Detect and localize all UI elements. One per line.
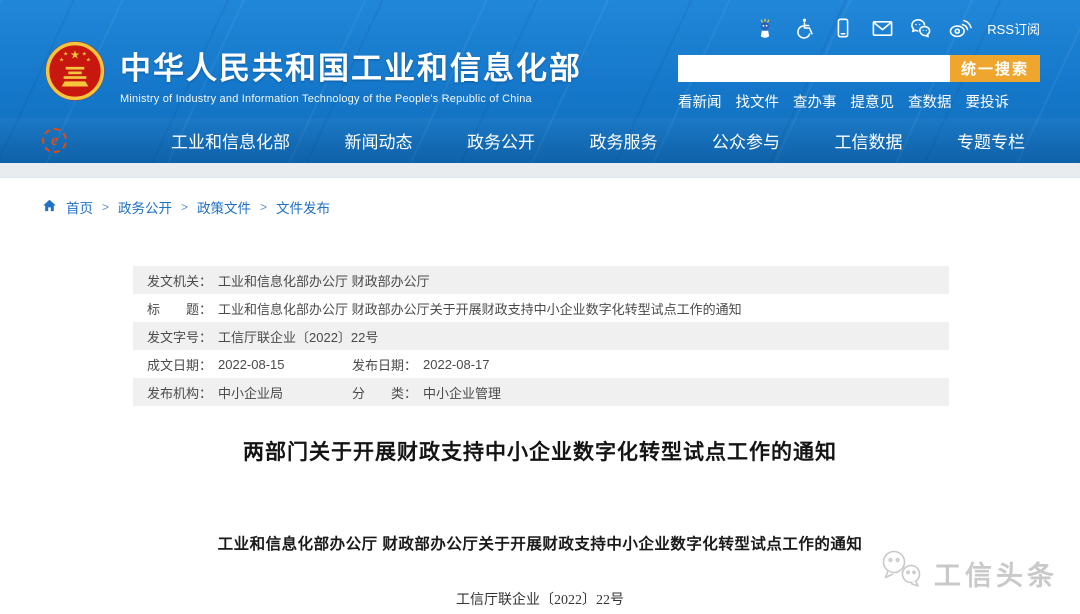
meta-value: 工业和信息化部办公厅 财政部办公厅 xyxy=(218,271,430,290)
svg-text:★: ★ xyxy=(70,50,80,62)
mail-icon[interactable] xyxy=(870,16,894,40)
quick-link-services[interactable]: 查办事 xyxy=(793,91,837,112)
svg-text:★: ★ xyxy=(82,51,87,58)
svg-text:★: ★ xyxy=(59,57,64,64)
crumb-gov-info[interactable]: 政务公开 xyxy=(118,197,172,217)
crumb-file-release[interactable]: 文件发布 xyxy=(276,197,330,217)
nav-item-data[interactable]: 工信数据 xyxy=(835,128,903,153)
document-meta-table: 发文机关： 工业和信息化部办公厅 财政部办公厅 标 题： 工业和信息化部办公厅 … xyxy=(133,266,949,406)
meta-value: 中小企业管理 xyxy=(423,383,501,402)
nav-item-gov-info[interactable]: 政务公开 xyxy=(467,128,535,153)
miit-e-logo-icon: e xyxy=(42,128,67,153)
meta-label: 成文日期： xyxy=(147,355,212,374)
rss-subscribe-link[interactable]: RSS订阅 xyxy=(987,19,1040,38)
crumb-policy-files[interactable]: 政策文件 xyxy=(197,197,251,217)
mobile-icon[interactable] xyxy=(831,16,855,40)
weibo-icon[interactable] xyxy=(948,16,972,40)
crumb-home[interactable]: 首页 xyxy=(66,197,93,217)
meta-value: 2022-08-15 xyxy=(218,357,285,372)
quick-link-data[interactable]: 查数据 xyxy=(908,91,952,112)
svg-text:★: ★ xyxy=(63,51,68,58)
meta-row-dates: 成文日期： 2022-08-15 发布日期： 2022-08-17 xyxy=(133,350,949,378)
meta-label: 发布机构： xyxy=(147,383,212,402)
meta-label: 标 题： xyxy=(147,299,212,318)
search-input[interactable] xyxy=(678,55,950,82)
site-brand[interactable]: ★ ★ ★ ★ ★ 中华人民共和国工业和信息化部 Ministry of Ind… xyxy=(44,40,582,107)
nav-item-topics[interactable]: 专题专栏 xyxy=(957,128,1025,153)
watermark-label: 工信头条 xyxy=(934,554,1058,593)
nav-item-participation[interactable]: 公众参与 xyxy=(712,128,780,153)
meta-label: 分 类： xyxy=(352,383,417,402)
quick-link-complain[interactable]: 要投诉 xyxy=(966,91,1010,112)
crumb-separator: > xyxy=(181,200,188,214)
meta-label: 发文字号： xyxy=(147,327,212,346)
unified-search-button[interactable]: 统一搜索 xyxy=(950,55,1040,82)
wechat-icon[interactable] xyxy=(909,16,933,40)
wechat-bubbles-icon xyxy=(878,549,926,598)
ministry-name-en: Ministry of Industry and Information Tec… xyxy=(120,93,582,105)
crumb-separator: > xyxy=(102,200,109,214)
crumb-separator: > xyxy=(260,200,267,214)
ai-assistant-icon[interactable] xyxy=(753,16,777,40)
svg-text:★: ★ xyxy=(86,57,91,64)
national-emblem-icon: ★ ★ ★ ★ ★ xyxy=(44,40,106,107)
meta-label: 发文机关： xyxy=(147,271,212,290)
quick-link-suggest[interactable]: 提意见 xyxy=(851,91,895,112)
accessibility-icon[interactable] xyxy=(792,16,816,40)
ministry-name-cn: 中华人民共和国工业和信息化部 xyxy=(120,43,582,88)
site-banner: RSS订阅 ★ ★ ★ ★ ★ 中华人民共和国工业和信息化部 Ministry … xyxy=(0,0,1080,163)
meta-row-doc-number: 发文字号： 工信厅联企业〔2022〕22号 xyxy=(133,322,949,350)
nav-item-news[interactable]: 新闻动态 xyxy=(345,128,413,153)
main-nav: e 工业和信息化部 新闻动态 政务公开 政务服务 公众参与 工信数据 专题专栏 xyxy=(0,118,1080,163)
meta-value: 中小企业局 xyxy=(218,383,283,402)
header-divider xyxy=(0,163,1080,178)
watermark: 工信头条 xyxy=(878,549,1058,598)
nav-item-home[interactable]: 工业和信息化部 xyxy=(171,128,290,153)
brand-text: 中华人民共和国工业和信息化部 Ministry of Industry and … xyxy=(120,43,582,105)
meta-row-issuing-agency: 发文机关： 工业和信息化部办公厅 财政部办公厅 xyxy=(133,266,949,294)
quick-links: 看新闻 找文件 查办事 提意见 查数据 要投诉 xyxy=(678,91,1040,112)
meta-label: 发布日期： xyxy=(352,355,417,374)
home-icon[interactable] xyxy=(42,198,57,216)
page-title: 两部门关于开展财政支持中小企业数字化转型试点工作的通知 xyxy=(0,436,1080,466)
meta-value: 工信厅联企业〔2022〕22号 xyxy=(218,327,378,346)
meta-value: 2022-08-17 xyxy=(423,357,490,372)
top-utility-bar: RSS订阅 xyxy=(753,16,1040,40)
meta-value: 工业和信息化部办公厅 财政部办公厅关于开展财政支持中小企业数字化转型试点工作的通… xyxy=(218,299,742,318)
quick-link-news[interactable]: 看新闻 xyxy=(678,91,722,112)
meta-row-publisher: 发布机构： 中小企业局 分 类： 中小企业管理 xyxy=(133,378,949,406)
meta-row-title: 标 题： 工业和信息化部办公厅 财政部办公厅关于开展财政支持中小企业数字化转型试… xyxy=(133,294,949,322)
quick-link-files[interactable]: 找文件 xyxy=(736,91,780,112)
nav-item-gov-service[interactable]: 政务服务 xyxy=(590,128,658,153)
search-area: 统一搜索 看新闻 找文件 查办事 提意见 查数据 要投诉 xyxy=(678,55,1040,112)
breadcrumb: 首页 > 政务公开 > 政策文件 > 文件发布 xyxy=(42,197,1080,217)
